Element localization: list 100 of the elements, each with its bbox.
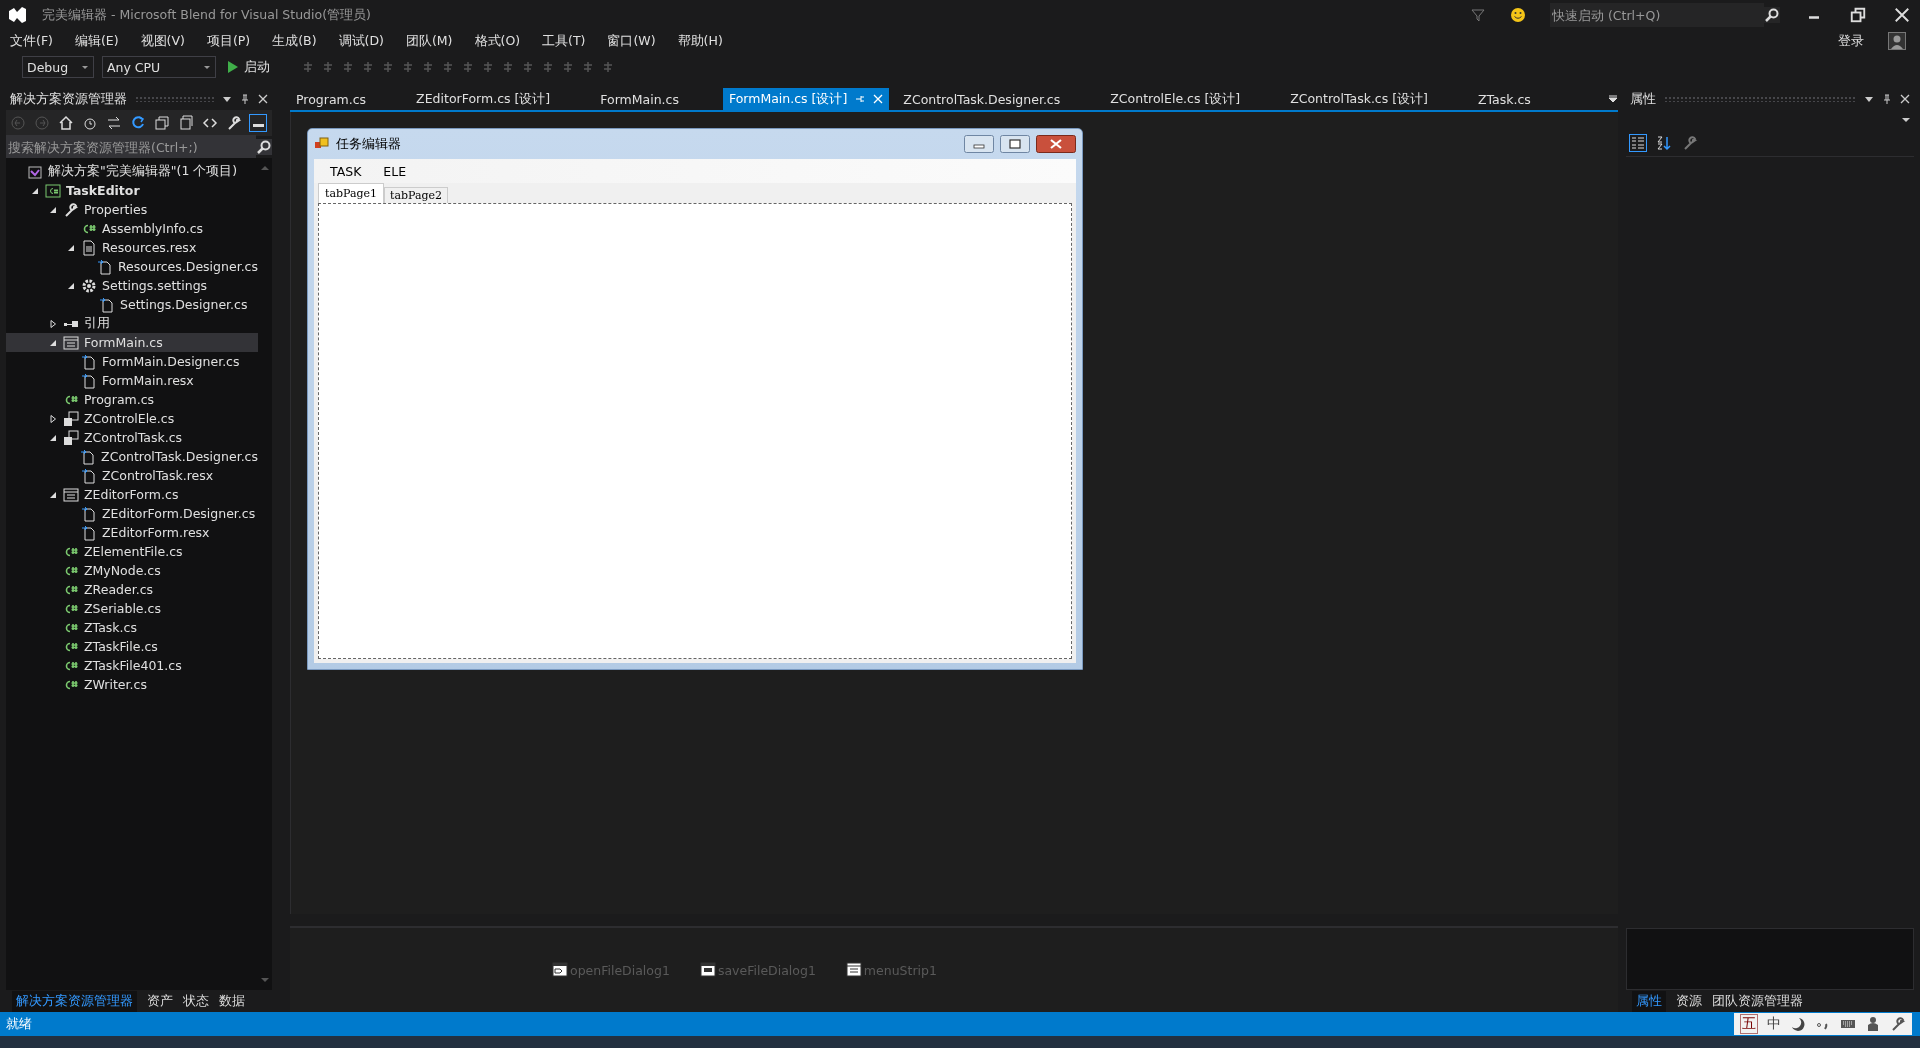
panel-tab[interactable]: 资源 bbox=[1676, 992, 1702, 1010]
tree-item[interactable]: Settings.settings bbox=[6, 276, 258, 295]
tab-list-icon[interactable] bbox=[1608, 94, 1618, 104]
tree-item[interactable]: ZControlEle.cs bbox=[6, 409, 258, 428]
wrench-icon[interactable] bbox=[1890, 1016, 1906, 1032]
tree-item[interactable]: Resources.Designer.cs bbox=[6, 257, 258, 276]
preview-icon[interactable] bbox=[250, 115, 266, 131]
panel-tab[interactable]: 团队资源管理器 bbox=[1712, 992, 1803, 1010]
menu-item[interactable]: 团队(M) bbox=[405, 32, 453, 50]
menu-item[interactable]: 视图(V) bbox=[140, 32, 185, 50]
user-icon[interactable] bbox=[1865, 1016, 1881, 1032]
document-tab[interactable]: ZControlTask.Designer.cs bbox=[897, 88, 1067, 110]
document-tab[interactable]: ZTask.cs bbox=[1472, 88, 1537, 110]
platform-dropdown[interactable]: Any CPU bbox=[102, 56, 216, 78]
close-button-icon[interactable] bbox=[1036, 135, 1076, 153]
tree-item[interactable]: 解决方案"完美编辑器"(1 个项目) bbox=[6, 162, 258, 181]
home-icon[interactable] bbox=[58, 115, 74, 131]
tree-item[interactable]: ZEditorForm.cs bbox=[6, 485, 258, 504]
configuration-dropdown[interactable]: Debug bbox=[22, 56, 94, 78]
panel-tab[interactable]: 资产 bbox=[147, 992, 173, 1010]
categorized-icon[interactable] bbox=[1630, 135, 1646, 151]
document-tab[interactable]: ZControlTask.cs [设计] bbox=[1284, 88, 1434, 110]
tree-item[interactable]: FormMain.Designer.cs bbox=[6, 352, 258, 371]
quick-launch-field[interactable]: 快速启动 (Ctrl+Q) bbox=[1550, 3, 1764, 27]
panel-tab[interactable]: 数据 bbox=[219, 992, 245, 1010]
tree-item[interactable]: FormMain.resx bbox=[6, 371, 258, 390]
tree-item[interactable]: ZEditorForm.Designer.cs bbox=[6, 504, 258, 523]
search-icon[interactable] bbox=[1764, 7, 1780, 23]
tree-item[interactable]: Resources.resx bbox=[6, 238, 258, 257]
dropdown-icon[interactable] bbox=[222, 94, 232, 104]
sort-alphabetical-icon[interactable] bbox=[1656, 135, 1672, 151]
menu-item[interactable]: 编辑(E) bbox=[74, 32, 119, 50]
scroll-down-icon[interactable] bbox=[261, 976, 269, 984]
tree-item[interactable]: ZEditorForm.resx bbox=[6, 523, 258, 542]
start-button[interactable]: 启动 bbox=[224, 58, 274, 76]
collapse-arrow-icon[interactable] bbox=[31, 186, 39, 195]
pin-icon[interactable] bbox=[1882, 94, 1892, 104]
avatar-icon[interactable] bbox=[1888, 32, 1906, 50]
expand-arrow-icon[interactable] bbox=[49, 319, 57, 328]
menu-item[interactable]: 格式(O) bbox=[474, 32, 521, 50]
wrench-icon[interactable] bbox=[226, 115, 242, 131]
menu-item[interactable]: 生成(B) bbox=[272, 32, 317, 50]
menu-item[interactable]: 帮助(H) bbox=[677, 32, 723, 50]
menu-item[interactable]: 文件(F) bbox=[10, 32, 53, 50]
tree-item[interactable]: AssemblyInfo.cs bbox=[6, 219, 258, 238]
copy-icon[interactable] bbox=[178, 115, 194, 131]
tree-item[interactable]: ZReader.cs bbox=[6, 580, 258, 599]
collapse-arrow-icon[interactable] bbox=[49, 433, 57, 442]
sync-icon[interactable] bbox=[106, 115, 122, 131]
tree-item[interactable]: ZWriter.cs bbox=[6, 675, 258, 694]
tree-item[interactable]: ZTaskFile.cs bbox=[6, 637, 258, 656]
tree-item[interactable]: ZMyNode.cs bbox=[6, 561, 258, 580]
collapse-arrow-icon[interactable] bbox=[49, 205, 57, 214]
ime-indicator[interactable]: 中 bbox=[1767, 1015, 1781, 1033]
menu-item[interactable]: 窗口(W) bbox=[607, 32, 656, 50]
document-tab[interactable]: FormMain.cs bbox=[594, 88, 685, 110]
sign-in-link[interactable]: 登录 bbox=[1838, 32, 1864, 50]
document-tab[interactable]: ZEditorForm.cs [设计] bbox=[410, 88, 557, 110]
document-tab[interactable]: ZControlEle.cs [设计] bbox=[1104, 88, 1247, 110]
collapse-arrow-icon[interactable] bbox=[49, 338, 57, 347]
tree-item[interactable]: Program.cs bbox=[6, 390, 258, 409]
minimize-button-icon[interactable] bbox=[964, 135, 994, 153]
tree-item[interactable]: ZTask.cs bbox=[6, 618, 258, 637]
tree-item[interactable]: ZControlTask.resx bbox=[6, 466, 258, 485]
dropdown-icon[interactable] bbox=[1864, 94, 1874, 104]
restore-icon[interactable] bbox=[1848, 5, 1868, 25]
close-icon[interactable] bbox=[1892, 5, 1912, 25]
tree-item[interactable]: ZTaskFile401.cs bbox=[6, 656, 258, 675]
close-icon[interactable] bbox=[1900, 94, 1910, 104]
collapse-arrow-icon[interactable] bbox=[67, 281, 75, 290]
collapse-all-icon[interactable] bbox=[154, 115, 170, 131]
ime-indicator[interactable]: 五 bbox=[1740, 1014, 1758, 1034]
panel-tab[interactable]: 状态 bbox=[183, 992, 209, 1010]
filter-icon[interactable] bbox=[1470, 7, 1486, 23]
form-tab[interactable]: tabPage1 bbox=[318, 183, 385, 203]
search-icon[interactable] bbox=[256, 139, 272, 155]
tree-item[interactable]: ZControlTask.cs bbox=[6, 428, 258, 447]
tree-item[interactable]: ZElementFile.cs bbox=[6, 542, 258, 561]
panel-tab[interactable]: 解决方案资源管理器 bbox=[12, 990, 137, 1012]
tree-item[interactable]: Settings.Designer.cs bbox=[6, 295, 258, 314]
history-icon[interactable] bbox=[82, 115, 98, 131]
tree-item[interactable]: Properties bbox=[6, 200, 258, 219]
close-icon[interactable] bbox=[258, 94, 268, 104]
tree-item[interactable]: ZSeriable.cs bbox=[6, 599, 258, 618]
moon-icon[interactable] bbox=[1790, 1016, 1806, 1032]
form-menu-item[interactable]: TASK bbox=[330, 163, 362, 179]
tree-item[interactable]: 引用 bbox=[6, 314, 258, 333]
maximize-button-icon[interactable] bbox=[1000, 135, 1030, 153]
refresh-icon[interactable] bbox=[130, 115, 146, 131]
menu-item[interactable]: 项目(P) bbox=[206, 32, 251, 50]
panel-tab[interactable]: 属性 bbox=[1632, 990, 1666, 1012]
pin-icon[interactable] bbox=[240, 94, 250, 104]
expand-arrow-icon[interactable] bbox=[49, 414, 57, 423]
search-field[interactable]: 搜索解决方案资源管理器(Ctrl+;) bbox=[6, 135, 256, 159]
form-tab[interactable]: tabPage2 bbox=[384, 187, 449, 203]
menu-item[interactable]: 调试(D) bbox=[338, 32, 384, 50]
collapse-arrow-icon[interactable] bbox=[49, 490, 57, 499]
tree-item[interactable]: ZControlTask.Designer.cs bbox=[6, 447, 258, 466]
form-menu-item[interactable]: ELE bbox=[383, 163, 407, 179]
tree-item[interactable]: TaskEditor bbox=[6, 181, 258, 200]
